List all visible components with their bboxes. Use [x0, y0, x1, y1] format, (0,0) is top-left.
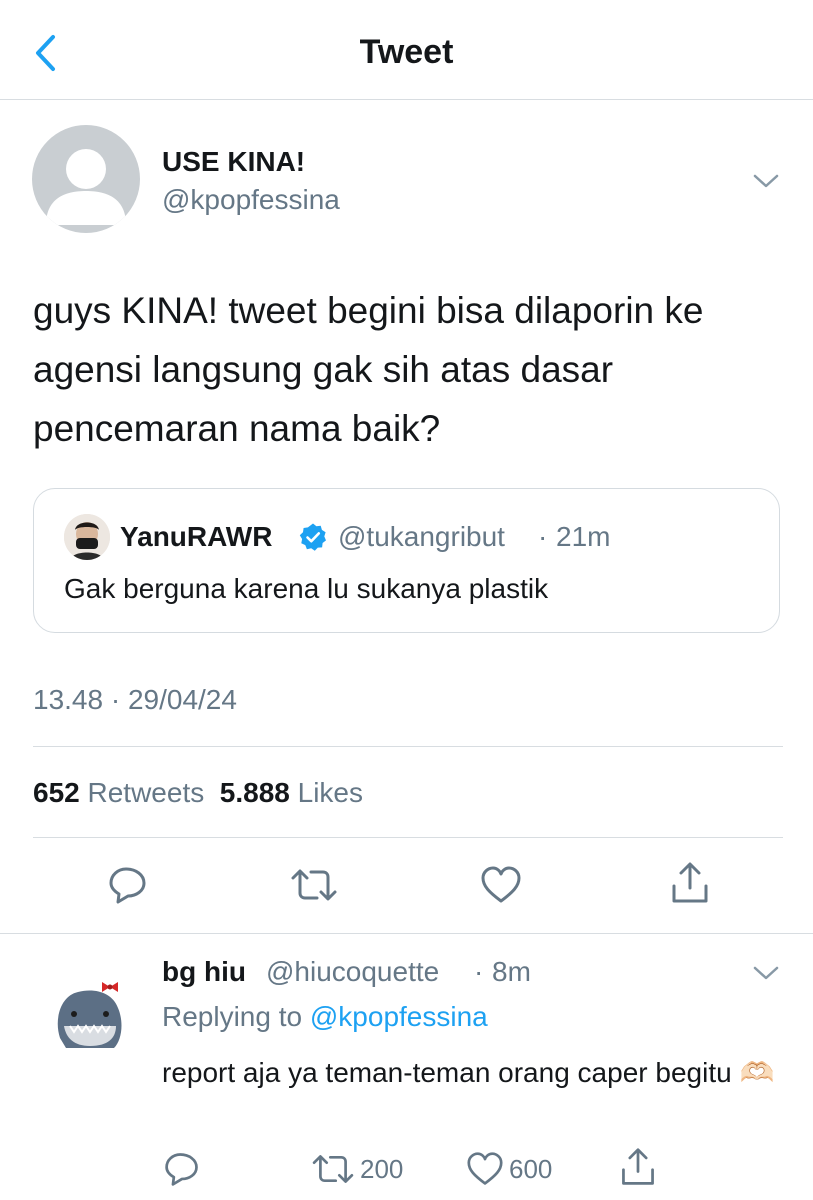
reply-display-name[interactable]: bg hiu [162, 955, 246, 989]
quote-text: Gak berguna karena lu sukanya plastik [64, 573, 549, 604]
reply-like-button[interactable]: 600 [465, 1147, 552, 1191]
chevron-down-icon [753, 174, 779, 188]
tweet-timestamp[interactable]: 13.48 · 29/04/24 [33, 683, 237, 717]
quote-handle: @tukangribut [338, 521, 505, 552]
reply-retweets-count: 200 [360, 1154, 404, 1184]
verified-badge-icon [298, 522, 328, 552]
reply-text: report aja ya teman-teman orang caper be… [162, 1057, 775, 1088]
author-handle[interactable]: @kpopfessina [162, 183, 340, 217]
retweets-stat[interactable]: 652 Retweets [33, 777, 204, 808]
tweet-text: guys KINA! tweet begini bisa dilaporin k… [33, 290, 704, 449]
reply-options-button[interactable] [748, 958, 784, 988]
reply-likes-count: 600 [509, 1154, 553, 1184]
likes-label: Likes [297, 777, 364, 808]
share-icon [672, 862, 708, 903]
reply-reply-button[interactable] [162, 1147, 202, 1191]
likes-stat[interactable]: 5.888 Likes [220, 777, 363, 808]
default-avatar-icon [46, 149, 126, 225]
heart-icon [467, 1152, 503, 1185]
quote-separator: · [538, 521, 548, 552]
heart-icon [481, 866, 521, 903]
replying-to: Replying to @kpopfessina [162, 1000, 488, 1034]
retweet-icon [312, 1155, 354, 1183]
retweet-icon [291, 869, 337, 901]
share-button[interactable] [664, 857, 716, 909]
reply-separator: · [474, 956, 484, 987]
retweets-count: 652 [33, 777, 80, 808]
divider [0, 933, 813, 934]
reply-retweet-button[interactable]: 200 [310, 1147, 403, 1191]
like-button[interactable] [475, 859, 527, 911]
quote-avatar [64, 514, 110, 560]
retweet-button[interactable] [288, 859, 340, 911]
replying-mention-link[interactable]: @kpopfessina [310, 1001, 488, 1032]
quote-time: 21m [556, 521, 611, 552]
chevron-down-icon [753, 966, 779, 980]
avatar[interactable] [32, 125, 140, 233]
comment-icon [165, 1153, 198, 1186]
quote-display-name: YanuRAWR [120, 521, 273, 552]
divider [33, 746, 783, 747]
reply-share-button[interactable] [618, 1145, 658, 1189]
retweets-label: Retweets [87, 777, 205, 808]
reply-avatar[interactable] [44, 968, 132, 1056]
reply-button[interactable] [102, 859, 154, 911]
page-title: Tweet [359, 33, 454, 71]
reply-handle[interactable]: @hiucoquette [266, 955, 439, 989]
replying-prefix: Replying to [162, 1001, 303, 1032]
share-icon [622, 1148, 654, 1185]
author-display-name[interactable]: USE KINA! [162, 145, 305, 179]
likes-count: 5.888 [219, 777, 290, 808]
tweet-stats: 652 Retweets 5.888 Likes [33, 776, 363, 810]
reply-time: 8m [492, 956, 531, 987]
divider [33, 837, 783, 838]
quoted-tweet[interactable]: YanuRAWR @tukangribut · 21m Gak berguna … [33, 488, 780, 633]
comment-icon [109, 867, 146, 904]
tweet-options-button[interactable] [748, 166, 784, 196]
